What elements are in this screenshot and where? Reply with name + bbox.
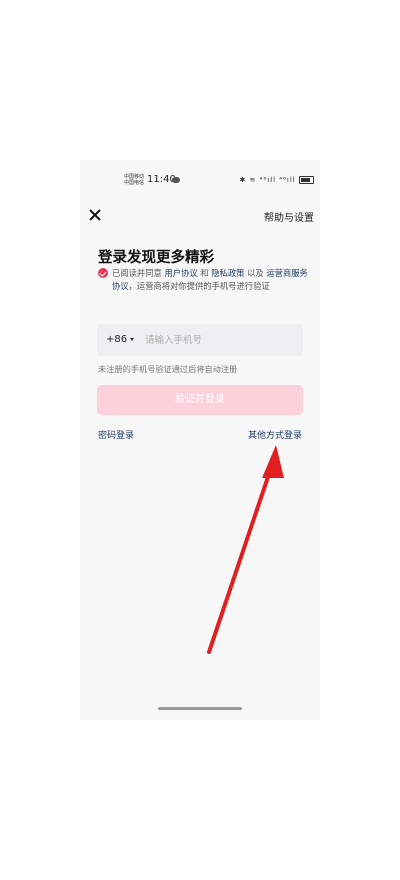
consent-row: 已阅读并同意 用户协议 和 隐私政策 以及 运营商服务协议，运营商将对你提供的手… xyxy=(98,267,308,293)
consent-text: 已阅读并同意 用户协议 和 隐私政策 以及 运营商服务协议，运营商将对你提供的手… xyxy=(112,267,308,293)
verify-login-button[interactable]: 验证并登录 xyxy=(97,385,303,415)
help-settings-link[interactable]: 帮助与设置 xyxy=(264,209,314,224)
other-login-link[interactable]: 其他方式登录 xyxy=(248,428,302,441)
phone-number-field: +86 xyxy=(97,324,303,356)
country-code-select[interactable]: +86 xyxy=(106,334,135,345)
caret-down-icon xyxy=(130,337,135,341)
country-code-label: +86 xyxy=(106,334,128,345)
page-title: 登录发现更多精彩 xyxy=(98,250,214,266)
consent-and: 和 xyxy=(200,268,209,278)
register-hint: 未注册的手机号验证通过后将自动注册 xyxy=(98,364,238,374)
status-bar: 中国移动 中国电信 11:40 ✱ ≋ ⁴⁶ıll ⁴⁶ıll xyxy=(80,160,320,200)
close-icon[interactable] xyxy=(89,209,101,221)
home-indicator[interactable] xyxy=(158,707,242,710)
system-icons: ✱ ≋ ⁴⁶ıll ⁴⁶ıll xyxy=(239,176,314,184)
phone-screen: 中国移动 中国电信 11:40 ✱ ≋ ⁴⁶ıll ⁴⁶ıll 帮助与设置 登录… xyxy=(80,160,320,720)
message-icon xyxy=(172,177,180,183)
consent-and-also: 以及 xyxy=(247,268,264,278)
password-login-link[interactable]: 密码登录 xyxy=(98,428,134,441)
carrier-line-2: 中国电信 xyxy=(124,180,145,186)
consent-suffix: ，运营商将对你提供的手机号进行验证 xyxy=(128,281,270,291)
user-agreement-link[interactable]: 用户协议 xyxy=(164,268,197,278)
consent-prefix: 已阅读并同意 xyxy=(112,268,162,278)
privacy-policy-link[interactable]: 隐私政策 xyxy=(211,268,244,278)
phone-input[interactable] xyxy=(145,332,295,348)
battery-icon xyxy=(299,176,314,184)
carrier-info: 中国移动 中国电信 xyxy=(124,174,144,186)
checkbox-checked-icon[interactable] xyxy=(98,268,108,278)
signal-icons: ✱ ≋ ⁴⁶ıll ⁴⁶ıll xyxy=(239,176,296,184)
